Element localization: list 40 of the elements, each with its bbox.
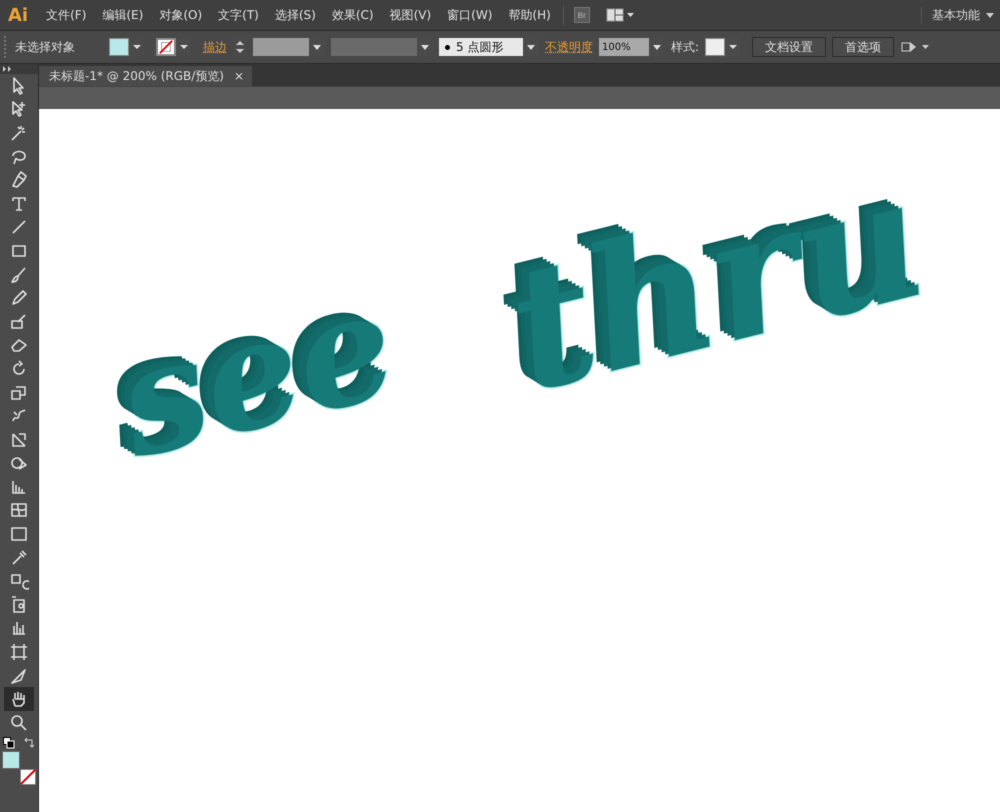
bridge-button[interactable]: Br [574,7,590,23]
close-tab-button[interactable]: × [230,66,252,86]
stroke-color-swatch[interactable] [20,768,36,785]
swap-colors-icon[interactable] [23,736,35,749]
graphic-style-swatch[interactable] [705,38,726,56]
opacity-label[interactable]: 不透明度 [545,38,593,56]
opacity-field[interactable]: 100% [599,38,665,56]
document-tab[interactable]: 未标题-1* @ 200% (RGB/预览) [39,66,230,86]
lettering-artwork: see [104,268,408,480]
artboard-tool-icon [9,642,29,662]
collapse-icon[interactable] [3,66,13,72]
zoom-tool-icon [9,712,29,733]
app-logo: Ai [7,4,30,26]
menu-item[interactable]: 窗口(W) [439,6,500,24]
brush-dropdown[interactable]: 5 点圆形 [439,38,539,56]
workspace-switcher[interactable]: 基本功能 [921,6,986,24]
lettering-artwork: thru [494,151,939,417]
pen-tool-icon [9,170,29,190]
arrange-documents-icon[interactable] [606,8,636,22]
default-colors-icon[interactable] [3,736,15,749]
stroke-none-swatch[interactable] [156,38,176,56]
menu-item[interactable]: 对象(O) [151,6,210,24]
toolbar-button[interactable]: 首选项 [832,37,894,57]
selection-status: 未选择对象 [15,38,76,56]
fill-color-swatch[interactable] [2,750,20,769]
menu-item[interactable]: 文字(T) [210,6,267,24]
stroke-label[interactable]: 描边 [203,38,227,56]
menu-item[interactable]: 效果(C) [324,6,382,24]
menu-item[interactable]: 视图(V) [382,6,440,24]
tool-button[interactable] [4,687,34,712]
style-label: 样式: [671,38,700,56]
toolbar-button[interactable]: 文档设置 [752,37,826,57]
menu-item[interactable]: 编辑(E) [94,6,152,24]
caret-icon[interactable] [986,12,994,18]
menu-item[interactable]: 文件(F) [38,6,94,24]
fill-swatch[interactable] [109,38,129,56]
menu-item[interactable]: 选择(S) [266,6,324,24]
menu-item[interactable]: 帮助(H) [500,6,559,24]
stroke-weight-field[interactable] [253,38,325,56]
panel-menu-icon[interactable] [900,39,930,55]
